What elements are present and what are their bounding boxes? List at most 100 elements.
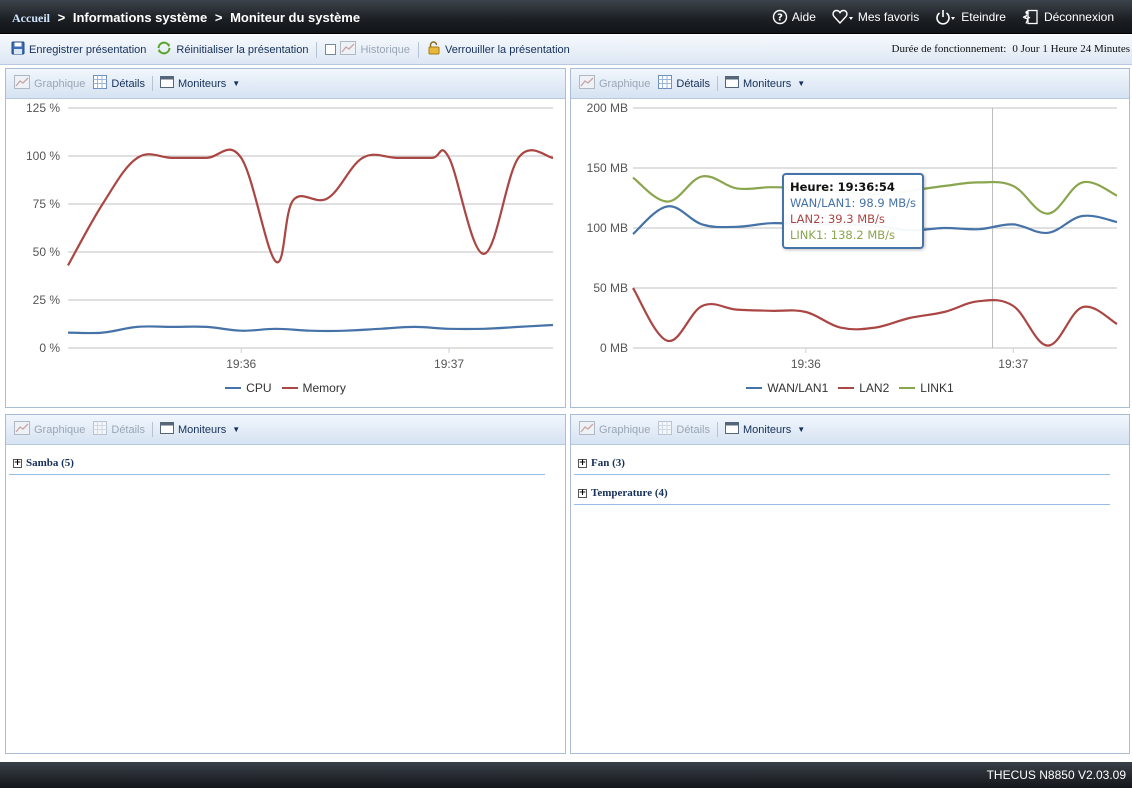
details-view-button[interactable]: Détails: [654, 421, 714, 438]
panel-toolbar: Graphique Détails Moniteurs ▼: [6, 415, 565, 445]
monitors-dropdown[interactable]: Moniteurs ▼: [721, 422, 809, 437]
table-icon: [93, 75, 108, 92]
monitors-dropdown[interactable]: Moniteurs ▼: [721, 76, 809, 91]
uptime-value: 0 Jour 1 Heure 24 Minutes: [1012, 43, 1130, 55]
chart-legend: WAN/LAN1 LAN2 LINK1: [571, 381, 1129, 395]
uptime-label: Durée de fonctionnement:: [891, 43, 1007, 55]
chevron-down-icon: ▼: [797, 425, 806, 434]
series-line-cpu[interactable]: [67, 323, 554, 335]
top-bar: Accueil > Informations système > Moniteu…: [0, 0, 1132, 34]
save-layout-label: Enregistrer présentation: [29, 43, 147, 56]
help-icon: ?: [772, 9, 788, 25]
graph-view-label: Graphique: [599, 77, 651, 90]
logout-link[interactable]: Déconnexion: [1022, 9, 1114, 25]
group-samba[interactable]: + Samba (5): [13, 457, 74, 469]
breadcrumb-section: Informations système: [72, 10, 208, 25]
legend-item-memory[interactable]: Memory: [281, 381, 346, 395]
group-divider: [574, 474, 1110, 475]
y-tick-label: 125 %: [26, 101, 60, 115]
y-tick-label: 100 MB: [587, 221, 628, 235]
reset-layout-label: Réinitialiser la présentation: [176, 43, 309, 56]
logout-label: Déconnexion: [1043, 10, 1114, 24]
y-tick-label: 75 %: [33, 197, 61, 211]
toolbar-divider: [316, 41, 318, 58]
help-link[interactable]: ? Aide: [772, 9, 816, 25]
legend-swatch: [746, 387, 763, 389]
series-line-memory[interactable]: [67, 148, 554, 266]
panel-toolbar: Graphique Détails Moniteurs ▼: [571, 415, 1129, 445]
favorites-link[interactable]: Mes favoris: [832, 9, 919, 25]
chevron-down-icon: ▼: [797, 79, 806, 88]
graph-view-label: Graphique: [34, 77, 86, 90]
expand-icon[interactable]: +: [13, 458, 22, 468]
legend-item-lan2[interactable]: LAN2: [838, 381, 889, 395]
breadcrumb-separator: >: [57, 10, 66, 25]
group-fan[interactable]: + Fan (3): [578, 457, 625, 469]
reset-layout-button[interactable]: Réinitialiser la présentation: [151, 41, 313, 58]
series-line-lan2[interactable]: [632, 287, 1118, 347]
monitors-dropdown[interactable]: Moniteurs ▼: [156, 422, 244, 437]
graph-view-label: Graphique: [34, 423, 86, 436]
details-view-label: Détails: [676, 77, 710, 90]
monitors-label: Moniteurs: [178, 77, 227, 90]
monitors-dropdown[interactable]: Moniteurs ▼: [156, 76, 244, 91]
save-layout-button[interactable]: Enregistrer présentation: [6, 41, 151, 58]
group-label: Temperature (4): [591, 487, 668, 499]
legend-swatch: [838, 387, 855, 389]
x-tick-label: 19:36: [791, 357, 821, 370]
details-view-button[interactable]: Détails: [89, 421, 149, 438]
legend-item-wan-lan1[interactable]: WAN/LAN1: [746, 381, 828, 395]
graph-view-button[interactable]: Graphique: [10, 421, 89, 438]
history-button[interactable]: Historique: [320, 41, 415, 58]
tooltip-line-lan2: LAN2: 39.3 MB/s: [790, 212, 885, 226]
power-icon: [935, 9, 957, 25]
expand-icon[interactable]: +: [578, 488, 587, 498]
footer-bar: THECUS N8850 V2.03.09: [0, 762, 1132, 788]
breadcrumb-separator: >: [214, 10, 223, 25]
legend-label: LINK1: [920, 381, 954, 395]
history-checkbox[interactable]: [325, 44, 337, 55]
grid-area: + Fan (3) + Temperature (4): [571, 446, 1129, 753]
x-tick-label: 19:37: [434, 357, 464, 370]
cpu-memory-chart: 0 % 25 % 50 % 75 % 100 % 125 % 19:36 19:37: [26, 101, 554, 370]
breadcrumb-page: Moniteur du système: [230, 10, 361, 25]
chart-legend: CPU Memory: [6, 381, 565, 395]
y-tick-label: 0 %: [39, 341, 60, 355]
panel-toolbar-divider: [152, 76, 153, 91]
graph-view-button[interactable]: Graphique: [10, 75, 89, 92]
chevron-down-icon: ▼: [232, 425, 241, 434]
expand-icon[interactable]: +: [578, 458, 587, 468]
chart-icon: [579, 75, 595, 92]
breadcrumb: Accueil > Informations système > Moniteu…: [12, 10, 360, 26]
details-view-button[interactable]: Détails: [89, 75, 149, 92]
legend-item-link1[interactable]: LINK1: [899, 381, 954, 395]
table-icon: [93, 421, 108, 438]
window-icon: [160, 76, 174, 91]
legend-item-cpu[interactable]: CPU: [225, 381, 272, 395]
tooltip-line-wan-lan1: WAN/LAN1: 98.9 MB/s: [790, 196, 917, 210]
grid-area: + Samba (5): [6, 446, 565, 753]
group-divider: [9, 474, 545, 475]
graph-view-button[interactable]: Graphique: [575, 421, 654, 438]
chart-area: 0 % 25 % 50 % 75 % 100 % 125 % 19:36 19:37 CPU …: [6, 100, 565, 407]
legend-swatch: [225, 387, 242, 389]
legend-label: LAN2: [859, 381, 890, 395]
group-temperature[interactable]: + Temperature (4): [578, 487, 668, 499]
monitors-label: Moniteurs: [743, 77, 792, 90]
favorites-label: Mes favoris: [857, 10, 920, 24]
lock-layout-button[interactable]: Verrouiller la présentation: [422, 41, 575, 58]
top-nav: ? Aide Mes favoris Eteindre Déconnexion: [772, 9, 1114, 25]
shutdown-link[interactable]: Eteindre: [935, 9, 1006, 25]
lock-layout-label: Verrouiller la présentation: [445, 43, 570, 56]
toolbar-divider: [418, 41, 420, 58]
details-view-label: Détails: [676, 423, 710, 436]
details-view-button[interactable]: Détails: [654, 75, 714, 92]
panel-toolbar-divider: [717, 76, 718, 91]
panel-toolbar-divider: [152, 422, 153, 437]
y-tick-label: 50 MB: [593, 281, 628, 295]
y-tick-label: 0 MB: [600, 341, 628, 355]
graph-view-button[interactable]: Graphique: [575, 75, 654, 92]
table-icon: [658, 75, 673, 92]
breadcrumb-home-link[interactable]: Accueil: [12, 11, 50, 25]
graph-view-label: Graphique: [599, 423, 651, 436]
